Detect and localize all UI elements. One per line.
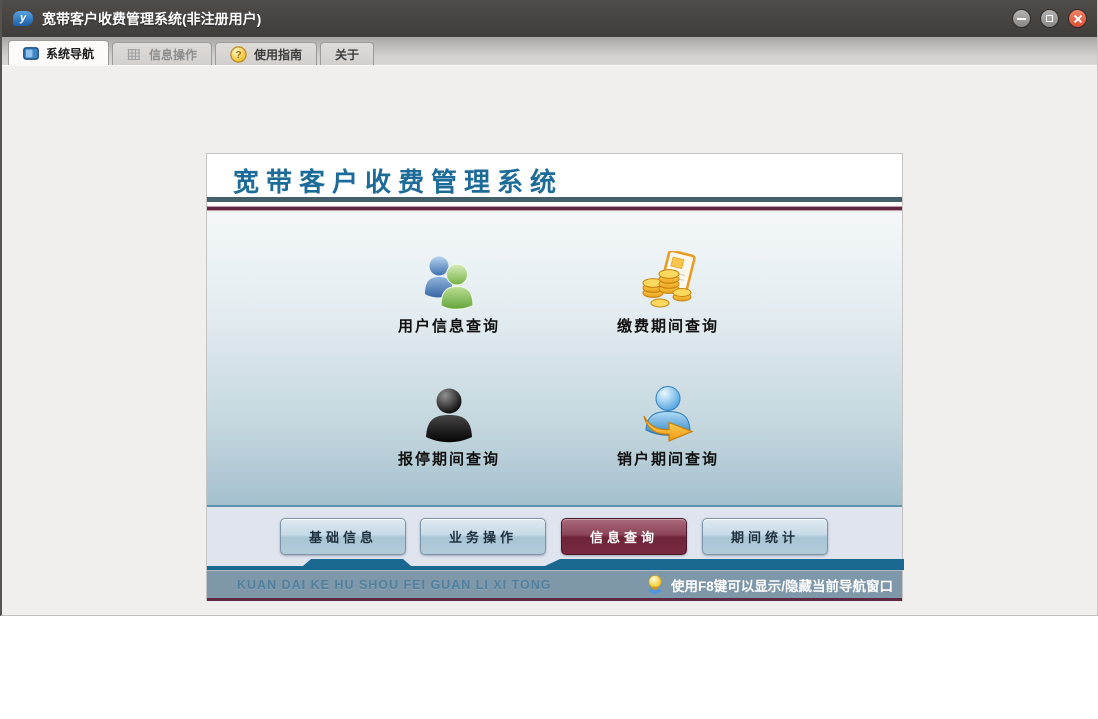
shortcut-label: 销户期间查询 (616, 451, 719, 468)
grid-icon (127, 48, 141, 60)
lightbulb-icon (647, 574, 662, 595)
tab-bar: 系统导航 信息操作 ? 使用指南 关于 (2, 37, 1097, 66)
shortcut-payment-period-query[interactable]: 缴费期间查询 (558, 251, 778, 336)
person-arrow-icon (643, 386, 694, 442)
shortcut-label: 报停期间查询 (397, 451, 500, 468)
status-bar: KUAN DAI KE HU SHOU FEI GUAN LI XI TONG … (207, 570, 902, 598)
person-icon (426, 388, 472, 443)
tab-label: 关于 (335, 47, 360, 62)
app-window: y 宽带客户收费管理系统(非注册用户) 系统导航 信息操作 ? 使用指南 关于 … (0, 0, 1098, 616)
monitor-icon (23, 46, 39, 60)
maximize-button[interactable] (1040, 9, 1059, 28)
tab-about[interactable]: 关于 (320, 42, 375, 65)
tab-label: 信息操作 (149, 47, 198, 62)
help-icon: ? (230, 45, 247, 63)
tab-system-navigation[interactable]: 系统导航 (8, 40, 110, 65)
wave-divider (207, 559, 904, 570)
panel-header: 宽带客户收费管理系统 (207, 154, 902, 197)
window-title: 宽带客户收费管理系统(非注册用户) (42, 10, 262, 27)
titlebar: y 宽带客户收费管理系统(非注册用户) (2, 0, 1097, 37)
panel-bottom-stripe (207, 598, 902, 601)
category-basic-info-button[interactable]: 基础信息 (280, 518, 406, 555)
f8-key-label: F8 (697, 578, 714, 594)
shortcut-user-info-query[interactable]: 用户信息查询 (339, 253, 559, 336)
minimize-icon (1017, 18, 1026, 20)
shortcut-label: 用户信息查询 (397, 318, 500, 335)
shortcut-area: 用户信息查询 缴费期间查询 报停期间查询 销户期间查询 (207, 213, 902, 505)
minimize-button[interactable] (1012, 9, 1031, 28)
maximize-icon (1046, 15, 1053, 22)
tab-label: 使用指南 (254, 47, 303, 62)
category-business-operations-button[interactable]: 业务操作 (420, 518, 546, 555)
app-logo-icon: y (13, 11, 33, 26)
navigation-panel: 宽带客户收费管理系统 用户信息查询 缴费期间查询 报停期间查询 销户期间查询 基… (206, 153, 904, 601)
window-controls (1012, 9, 1087, 28)
category-period-statistics-button[interactable]: 期间统计 (702, 518, 828, 555)
shortcut-label: 缴费期间查询 (616, 318, 719, 335)
status-left-text: KUAN DAI KE HU SHOU FEI GUAN LI XI TONG (237, 577, 552, 592)
question-glyph: ? (235, 50, 241, 61)
shortcut-suspension-period-query[interactable]: 报停期间查询 (339, 386, 559, 469)
category-info-query-button[interactable]: 信息查询 (561, 518, 687, 555)
close-button[interactable] (1068, 9, 1087, 28)
category-button-bar: 基础信息 业务操作 信息查询 期间统计 (207, 507, 904, 570)
coins-icon (642, 251, 696, 308)
tab-info-operations[interactable]: 信息操作 (112, 42, 213, 65)
tab-label: 系统导航 (46, 46, 95, 61)
tab-user-guide[interactable]: ? 使用指南 (215, 42, 318, 65)
shortcut-cancellation-period-query[interactable]: 销户期间查询 (558, 384, 778, 469)
users-icon (425, 256, 474, 310)
panel-title: 宽带客户收费管理系统 (233, 167, 564, 197)
status-tip-text: 使用F8键可以显示/隐藏当前导航窗口 (670, 578, 893, 594)
